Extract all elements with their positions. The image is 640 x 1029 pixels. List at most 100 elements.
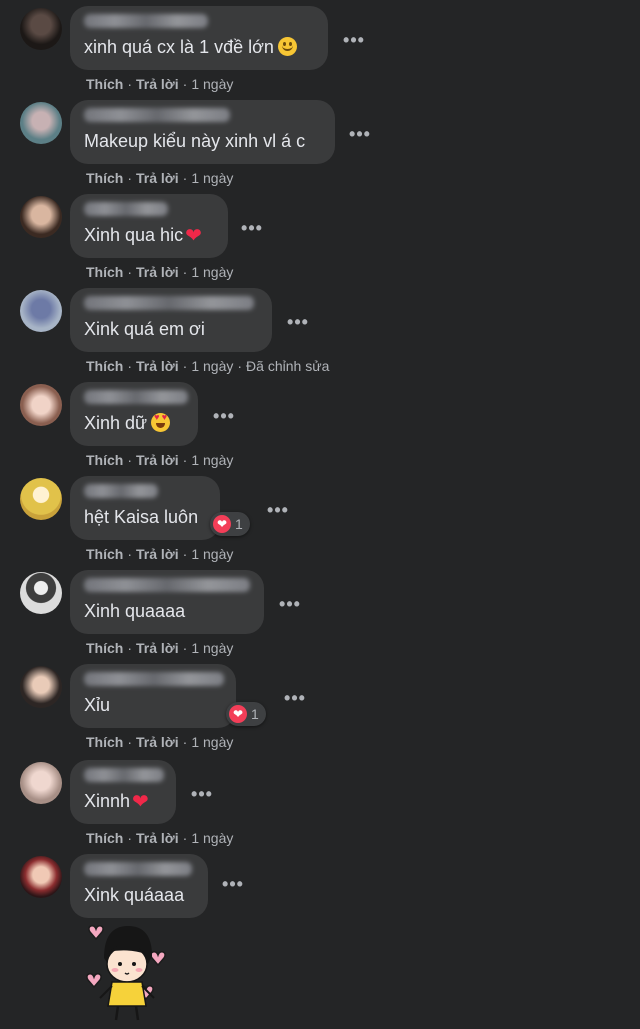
commenter-name-blurred[interactable]: [84, 862, 192, 876]
reply-link[interactable]: Trả lời: [136, 640, 179, 656]
commenter-name-blurred[interactable]: [84, 202, 168, 216]
avatar[interactable]: [20, 666, 62, 708]
commenter-name-blurred[interactable]: [84, 484, 158, 498]
like-link[interactable]: Thích: [86, 76, 123, 92]
avatar[interactable]: [20, 478, 62, 520]
comment-bubble: Makeup kiểu này xinh vl á c: [70, 100, 335, 164]
heart-eyes-emoji-icon: [151, 413, 171, 432]
reply-link[interactable]: Trả lời: [136, 76, 179, 92]
commenter-name-blurred[interactable]: [84, 296, 254, 310]
commenter-name-blurred[interactable]: [84, 768, 164, 782]
like-link[interactable]: Thích: [86, 734, 123, 750]
reaction-count: 1: [235, 516, 243, 532]
avatar[interactable]: [20, 384, 62, 426]
heart-icon: [88, 924, 104, 941]
reply-link[interactable]: Trả lời: [136, 264, 179, 280]
comment-text: Xinh qua hic ❤: [84, 225, 202, 247]
comment-text: hệt Kaisa luôn: [84, 507, 199, 527]
comment-actions: Thích · Trả lời · 1 ngày: [86, 452, 234, 468]
commenter-name-blurred[interactable]: [84, 390, 188, 404]
red-heart-icon: ❤: [132, 791, 149, 813]
timestamp[interactable]: 1 ngày: [191, 76, 233, 92]
reply-link[interactable]: Trả lời: [136, 734, 179, 750]
comment-bubble: Xỉu: [70, 664, 236, 728]
avatar[interactable]: [20, 196, 62, 238]
reaction-badge[interactable]: ❤ 1: [210, 512, 250, 536]
like-link[interactable]: Thích: [86, 170, 123, 186]
timestamp[interactable]: 1 ngày: [191, 264, 233, 280]
comment-text: Xỉu: [84, 695, 111, 715]
timestamp[interactable]: 1 ngày: [191, 358, 233, 374]
avatar[interactable]: [20, 8, 62, 50]
comment-text: Xink quáaaa: [84, 885, 185, 905]
commenter-name-blurred[interactable]: [84, 108, 230, 122]
avatar[interactable]: [20, 290, 62, 332]
heart-icon: [150, 950, 166, 967]
love-reaction-icon: ❤: [213, 515, 231, 533]
reply-link[interactable]: Trả lời: [136, 358, 179, 374]
like-link[interactable]: Thích: [86, 358, 123, 374]
comment-actions: Thích · Trả lời · 1 ngày: [86, 170, 234, 186]
comment-actions: Thích · Trả lời · 1 ngày: [86, 640, 234, 656]
comment-actions: Thích · Trả lời · 1 ngày: [86, 76, 234, 92]
more-options-icon[interactable]: •••: [240, 219, 264, 246]
comment-text: Makeup kiểu này xinh vl á c: [84, 131, 306, 151]
avatar[interactable]: [20, 102, 62, 144]
smile-emoji-icon: [277, 37, 297, 56]
edited-label: Đã chỉnh sửa: [246, 358, 330, 374]
reply-link[interactable]: Trả lời: [136, 546, 179, 562]
comment-bubble: Xinh quaaaa: [70, 570, 264, 634]
reply-link[interactable]: Trả lời: [136, 830, 179, 846]
reaction-count: 1: [251, 706, 259, 722]
comment-actions: Thích · Trả lời · 1 ngày: [86, 264, 234, 280]
more-options-icon[interactable]: •••: [286, 313, 310, 340]
timestamp[interactable]: 1 ngày: [191, 546, 233, 562]
like-link[interactable]: Thích: [86, 546, 123, 562]
reaction-badge[interactable]: ❤ 1: [226, 702, 266, 726]
like-link[interactable]: Thích: [86, 830, 123, 846]
timestamp[interactable]: 1 ngày: [191, 452, 233, 468]
comment-bubble: hệt Kaisa luôn: [70, 476, 220, 540]
comment-bubble: Xinh dữ: [70, 382, 198, 446]
timestamp[interactable]: 1 ngày: [191, 640, 233, 656]
timestamp[interactable]: 1 ngày: [191, 170, 233, 186]
comment-bubble: Xinh qua hic ❤: [70, 194, 228, 258]
avatar[interactable]: [20, 856, 62, 898]
more-options-icon[interactable]: •••: [278, 595, 302, 622]
reply-link[interactable]: Trả lời: [136, 170, 179, 186]
timestamp[interactable]: 1 ngày: [191, 830, 233, 846]
love-reaction-icon: ❤: [229, 705, 247, 723]
girl-sticker-image: [86, 924, 166, 1021]
more-options-icon[interactable]: •••: [266, 501, 290, 528]
heart-icon: [86, 972, 102, 989]
comment-text: Xinnh ❤: [84, 791, 149, 813]
like-link[interactable]: Thích: [86, 264, 123, 280]
comment-actions: Thích · Trả lời · 1 ngày: [86, 734, 234, 750]
reply-link[interactable]: Trả lời: [136, 452, 179, 468]
comment-bubble: Xink quáaaa: [70, 854, 208, 918]
comment-bubble: Xinnh ❤: [70, 760, 176, 824]
more-options-icon[interactable]: •••: [212, 407, 236, 434]
commenter-name-blurred[interactable]: [84, 14, 208, 28]
comment-actions: Thích · Trả lời · 1 ngày: [86, 546, 234, 562]
red-heart-icon: ❤: [185, 225, 202, 247]
timestamp[interactable]: 1 ngày: [191, 734, 233, 750]
like-link[interactable]: Thích: [86, 452, 123, 468]
commenter-name-blurred[interactable]: [84, 672, 224, 686]
more-options-icon[interactable]: •••: [342, 31, 366, 58]
avatar[interactable]: [20, 572, 62, 614]
commenter-name-blurred[interactable]: [84, 578, 250, 592]
comment-bubble: Xink quá em ơi: [70, 288, 272, 352]
comment-actions: Thích · Trả lời · 1 ngày · Đã chỉnh sửa: [86, 358, 330, 374]
like-link[interactable]: Thích: [86, 640, 123, 656]
more-options-icon[interactable]: •••: [190, 785, 214, 812]
comment-text: xinh quá cx là 1 vđề lớn: [84, 36, 314, 58]
avatar[interactable]: [20, 762, 62, 804]
more-options-icon[interactable]: •••: [348, 125, 372, 152]
comment-actions: Thích · Trả lời · 1 ngày: [86, 830, 234, 846]
more-options-icon[interactable]: •••: [221, 875, 245, 902]
more-options-icon[interactable]: •••: [283, 689, 307, 716]
comment-bubble: xinh quá cx là 1 vđề lớn: [70, 6, 328, 70]
comment-text: Xinh quaaaa: [84, 601, 186, 621]
comment-text: Xink quá em ơi: [84, 319, 205, 339]
